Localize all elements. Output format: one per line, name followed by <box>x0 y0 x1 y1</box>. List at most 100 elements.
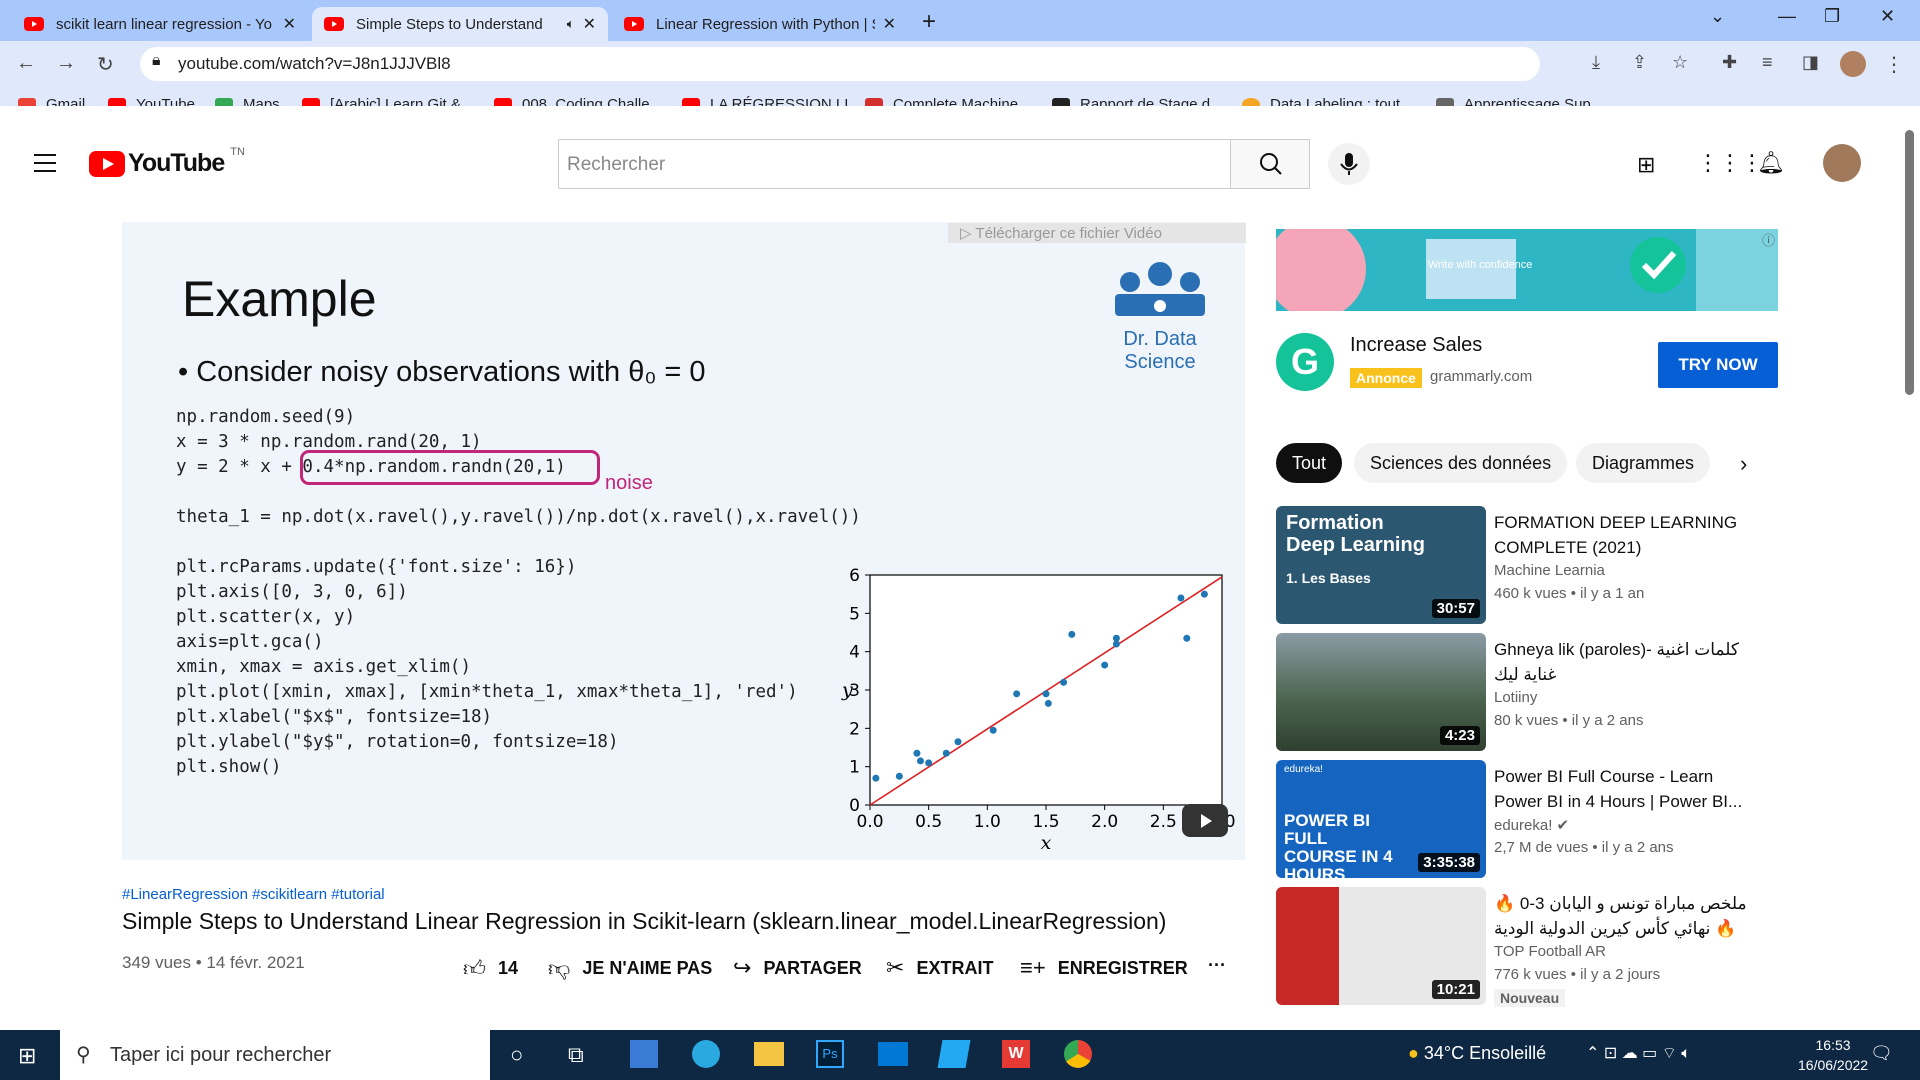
data-point <box>1101 661 1109 669</box>
forward-icon[interactable]: → <box>56 52 76 75</box>
dislike-button[interactable]: 👎︎ JE N'AIME PAS <box>548 955 712 982</box>
data-point <box>913 749 921 757</box>
search-input[interactable]: Rechercher <box>558 139 1231 189</box>
sun-icon: ● <box>1408 1043 1419 1063</box>
wps-office-icon[interactable]: W <box>1002 1040 1030 1068</box>
data-point <box>1060 678 1068 686</box>
weather-widget[interactable]: ● 34°C Ensoleillé <box>1408 1043 1546 1064</box>
chip-tout[interactable]: Tout <box>1276 443 1343 483</box>
chevron-right-icon[interactable]: › <box>1740 451 1747 477</box>
video-thumbnail[interactable]: edureka! POWER BI FULL COURSE IN 4 HOURS… <box>1276 760 1486 878</box>
code-line: plt.scatter(x, y) <box>176 607 356 627</box>
profile-avatar[interactable] <box>1840 51 1866 77</box>
chip-sciences[interactable]: Sciences des données <box>1354 443 1568 483</box>
notifications-bell-icon[interactable]: 🔔︎ <box>1757 150 1785 176</box>
taskbar-search[interactable]: ⚲ Taper ici pour rechercher <box>60 1030 490 1080</box>
close-tab-icon[interactable]: ✕ <box>283 14 296 34</box>
extensions-icon[interactable]: ✚ <box>1722 52 1737 73</box>
cortana-icon[interactable]: ○ <box>510 1042 523 1068</box>
audio-icon[interactable]: 🔈︎ <box>567 16 575 32</box>
new-tab-button[interactable]: + <box>922 8 936 36</box>
data-point <box>925 759 933 767</box>
back-icon[interactable]: ← <box>16 52 36 75</box>
address-bar[interactable]: 🔒︎ youtube.com/watch?v=J8n1JJJVBl8 <box>140 47 1540 81</box>
thumbs-up-icon: 👍︎ <box>463 956 486 981</box>
clock[interactable]: 16:53 16/06/2022 <box>1798 1035 1868 1075</box>
reload-icon[interactable]: ↻ <box>97 52 114 77</box>
code-line: plt.axis([0, 3, 0, 6]) <box>176 582 408 602</box>
x-tick-label: 0.5 <box>915 812 942 832</box>
task-view-icon[interactable]: ⧉ <box>568 1042 584 1068</box>
close-tab-icon[interactable]: ✕ <box>583 14 596 34</box>
code-line: theta_1 = np.dot(x.ravel(),y.ravel())/np… <box>176 507 861 527</box>
video-thumbnail[interactable]: 10:21 <box>1276 887 1486 1005</box>
chip-diagrammes[interactable]: Diagrammes <box>1576 443 1711 483</box>
apps-icon[interactable]: ⋮⋮⋮ <box>1697 150 1763 176</box>
media-icon[interactable]: ≡ <box>1762 52 1773 73</box>
tab-1[interactable]: scikit learn linear regression - Yo ✕ <box>12 7 308 41</box>
data-point <box>916 757 924 765</box>
tab-2[interactable]: Simple Steps to Understand 🔈︎ ✕ <box>312 7 608 41</box>
ad-title[interactable]: Increase Sales <box>1350 334 1482 357</box>
tab-3[interactable]: Linear Regression with Python | S ✕ <box>612 7 908 41</box>
code-line: plt.show() <box>176 757 282 777</box>
video-thumbnail[interactable]: Formation Deep Learning 1. Les Bases 30:… <box>1276 506 1486 624</box>
youtube-logo[interactable]: YouTube TN <box>89 146 245 178</box>
ad-info-icon[interactable]: ⓘ <box>1762 230 1775 249</box>
page-scrollbar[interactable] <box>1905 130 1914 395</box>
close-window-button[interactable]: ✕ <box>1880 6 1895 27</box>
tab-search-icon[interactable]: ⌄ <box>1710 6 1725 27</box>
verified-icon: ✔ <box>1556 817 1570 834</box>
windows-start-icon[interactable]: ⊞ <box>18 1043 36 1069</box>
ad-domain: grammarly.com <box>1430 368 1533 385</box>
star-icon[interactable]: ☆ <box>1672 52 1688 73</box>
data-point <box>989 726 997 734</box>
code-line: xmin, xmax = axis.get_xlim() <box>176 657 472 677</box>
video-hashtags[interactable]: #LinearRegression #scikitlearn #tutorial <box>122 886 385 903</box>
share-icon[interactable]: ⇪ <box>1632 52 1647 73</box>
create-video-icon[interactable]: ⊞ <box>1637 152 1655 178</box>
ad-banner[interactable]: Write with confidence <box>1276 229 1778 311</box>
edge-icon[interactable] <box>692 1040 720 1068</box>
share-button[interactable]: ↪ PARTAGER <box>733 955 862 981</box>
channel-name: edureka! ✔ <box>1494 817 1570 834</box>
account-avatar[interactable] <box>1823 144 1861 182</box>
save-button[interactable]: ≡+ ENREGISTRER <box>1020 955 1188 981</box>
related-video[interactable]: edureka! POWER BI FULL COURSE IN 4 HOURS… <box>1276 760 1756 878</box>
like-button[interactable]: 👍︎ 14 <box>463 955 518 982</box>
vscode-icon[interactable] <box>937 1040 971 1068</box>
store-icon[interactable] <box>630 1040 658 1068</box>
url-text: youtube.com/watch?v=J8n1JJJVBl8 <box>178 54 451 73</box>
search-button[interactable] <box>1230 139 1310 189</box>
play-button[interactable] <box>1182 804 1228 837</box>
mail-icon[interactable] <box>878 1042 908 1066</box>
install-icon[interactable]: ⤓ <box>1592 52 1600 73</box>
youtube-favicon-icon <box>24 17 44 31</box>
voice-search-button[interactable] <box>1328 143 1370 185</box>
related-video[interactable]: Formation Deep Learning 1. Les Bases 30:… <box>1276 506 1756 624</box>
notifications-icon[interactable]: 🗨︎ <box>1870 1043 1893 1064</box>
noise-label: noise <box>605 472 653 494</box>
photoshop-icon[interactable]: Ps <box>816 1040 844 1068</box>
hamburger-menu-icon[interactable] <box>34 154 56 178</box>
related-video[interactable]: 4:23 Ghneya lik (paroles)- كلمات اغنية غ… <box>1276 633 1756 751</box>
clip-button[interactable]: ✂ EXTRAIT <box>886 955 993 981</box>
related-video[interactable]: 10:21 ملخص مباراة تونس و اليابان 3-0 🔥 ن… <box>1276 887 1756 1007</box>
minimize-button[interactable]: — <box>1778 6 1796 27</box>
youtube-favicon-icon <box>624 17 644 31</box>
data-point <box>1068 630 1076 638</box>
sidepanel-icon[interactable]: ◨ <box>1802 52 1819 73</box>
try-now-button[interactable]: TRY NOW <box>1658 342 1778 388</box>
share-arrow-icon: ↪ <box>733 955 752 980</box>
microphone-icon <box>1340 153 1358 175</box>
y-tick-label: 4 <box>849 643 860 663</box>
download-overlay[interactable]: ▷ Télécharger ce fichier Vidéo <box>948 223 1246 243</box>
system-tray-icons[interactable]: ⌃ ⊡ ☁ ▭ ⌔ 🔈︎ <box>1586 1043 1691 1063</box>
maximize-button[interactable]: ❐ <box>1824 6 1840 27</box>
video-thumbnail[interactable]: 4:23 <box>1276 633 1486 751</box>
file-explorer-icon[interactable] <box>754 1042 784 1066</box>
more-actions-icon[interactable]: ··· <box>1208 955 1226 976</box>
menu-icon[interactable]: ⋮ <box>1884 52 1904 77</box>
close-tab-icon[interactable]: ✕ <box>883 14 896 34</box>
chrome-icon[interactable] <box>1064 1040 1092 1068</box>
